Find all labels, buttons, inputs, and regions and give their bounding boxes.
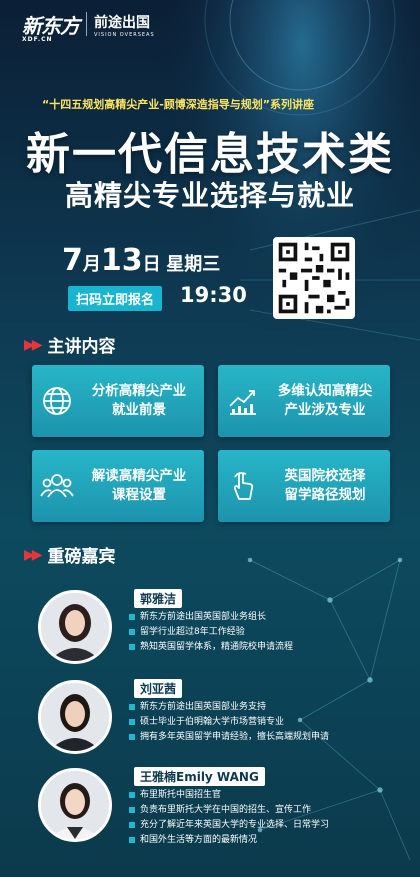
card-1-line1: 分析高精尖产业 xyxy=(91,383,187,399)
globe-icon xyxy=(43,387,71,415)
content-card-1: 分析高精尖产业 就业前景 xyxy=(32,365,204,437)
guest-3-bio: 布里斯托中国招生官 负责布里斯托大学在中国的招生、宣传工作 充分了解近年来英国大… xyxy=(128,788,329,848)
guest-1-name: 郭雅洁 xyxy=(134,589,183,608)
section-guests-header: ▶▶ 重磅嘉宾 xyxy=(24,542,116,568)
guest-1-avatar xyxy=(38,590,112,664)
content-card-2: 多维认知高精尖 产业涉及专业 xyxy=(218,365,390,437)
card-3-line2: 课程设置 xyxy=(112,487,166,503)
card-4-line1: 英国院校选择 xyxy=(284,468,366,484)
guest-2-bio-line: 拥有多年英国留学申请经验，擅长高端规划申请 xyxy=(128,730,329,745)
guest-2-bio-line: 新东方前途出国英国部业务支持 xyxy=(128,700,329,715)
chart-icon xyxy=(229,390,256,415)
guest-1-bio-line: 熟知英国留学体系，精通院校申请流程 xyxy=(128,640,293,655)
card-4-line2: 留学路径规划 xyxy=(284,487,366,503)
event-date: 7月13日 星期三 xyxy=(62,243,220,278)
xdf-logo-text: 新东方 xyxy=(22,14,80,38)
vo-logo-sub: VISION OVERSEAS xyxy=(94,32,155,38)
date-month-unit: 月 xyxy=(82,254,101,275)
vo-logo-text: 前途出国 xyxy=(94,15,150,31)
section-content-header: ▶▶ 主讲内容 xyxy=(24,332,116,358)
series-subtitle: “十四五规划高精尖产业-顾博深造指导与规划”系列讲座 xyxy=(42,98,315,111)
content-card-4: 英国院校选择 留学路径规划 xyxy=(218,450,390,522)
guest-3-bio-line: 充分了解近年来英国大学的专业选择、日常学习 xyxy=(128,818,329,833)
guest-3-bio-line: 布里斯托中国招生官 xyxy=(128,788,329,803)
guest-3-bio-line: 负责布里斯托大学在中国的招生、宣传工作 xyxy=(128,803,329,818)
guest-2-avatar xyxy=(38,680,112,754)
main-title: 新一代信息技术类 xyxy=(26,129,394,180)
double-arrow-icon: ▶▶ xyxy=(24,336,42,353)
logo-divider xyxy=(86,12,87,36)
qr-code[interactable] xyxy=(273,237,355,319)
card-3-line1: 解读高精尖产业 xyxy=(91,468,187,484)
guest-1-bio: 新东方前途出国英国部业务组长 留学行业超过8年工作经验 熟知英国留学体系，精通院… xyxy=(128,610,293,655)
card-1-line2: 就业前景 xyxy=(112,402,166,418)
guest-2-bio-line: 硕士毕业于伯明翰大学市场营销专业 xyxy=(128,715,329,730)
sub-title: 高精尖专业选择与就业 xyxy=(64,179,355,212)
date-weekday: 星期三 xyxy=(166,254,221,275)
register-cta-badge[interactable]: 扫码立即报名 xyxy=(68,286,163,311)
xdf-logo: 新东方 XDF.CN xyxy=(22,10,80,43)
content-card-3: 解读高精尖产业 课程设置 xyxy=(32,450,204,522)
guest-2-name: 刘亚茜 xyxy=(134,679,183,698)
guest-3-avatar xyxy=(38,768,112,842)
guest-1-bio-line: 留学行业超过8年工作经验 xyxy=(128,625,293,640)
guest-1-bio-line: 新东方前途出国英国部业务组长 xyxy=(128,610,293,625)
guest-2-bio: 新东方前途出国英国部业务支持 硕士毕业于伯明翰大学市场营销专业 拥有多年英国留学… xyxy=(128,700,329,745)
card-2-line2: 产业涉及专业 xyxy=(284,402,366,418)
qr-code-icon xyxy=(275,239,353,317)
double-arrow-icon: ▶▶ xyxy=(24,546,42,563)
hand-pointer-icon xyxy=(233,472,254,500)
date-day: 13 xyxy=(100,243,143,278)
section-guests-title: 重磅嘉宾 xyxy=(47,547,116,567)
event-time: 19:30 xyxy=(180,283,247,307)
vision-overseas-logo: 前途出国 VISION OVERSEAS xyxy=(94,12,155,38)
date-month: 7 xyxy=(62,243,83,278)
people-icon xyxy=(40,474,74,498)
guest-3-name: 王雅楠Emily WANG xyxy=(134,767,265,786)
section-content-title: 主讲内容 xyxy=(47,337,116,357)
guest-3-bio-line: 和国外生活等方面的最新情况 xyxy=(128,833,329,848)
date-day-unit: 日 xyxy=(142,254,161,275)
card-2-line1: 多维认知高精尖 xyxy=(277,383,373,399)
